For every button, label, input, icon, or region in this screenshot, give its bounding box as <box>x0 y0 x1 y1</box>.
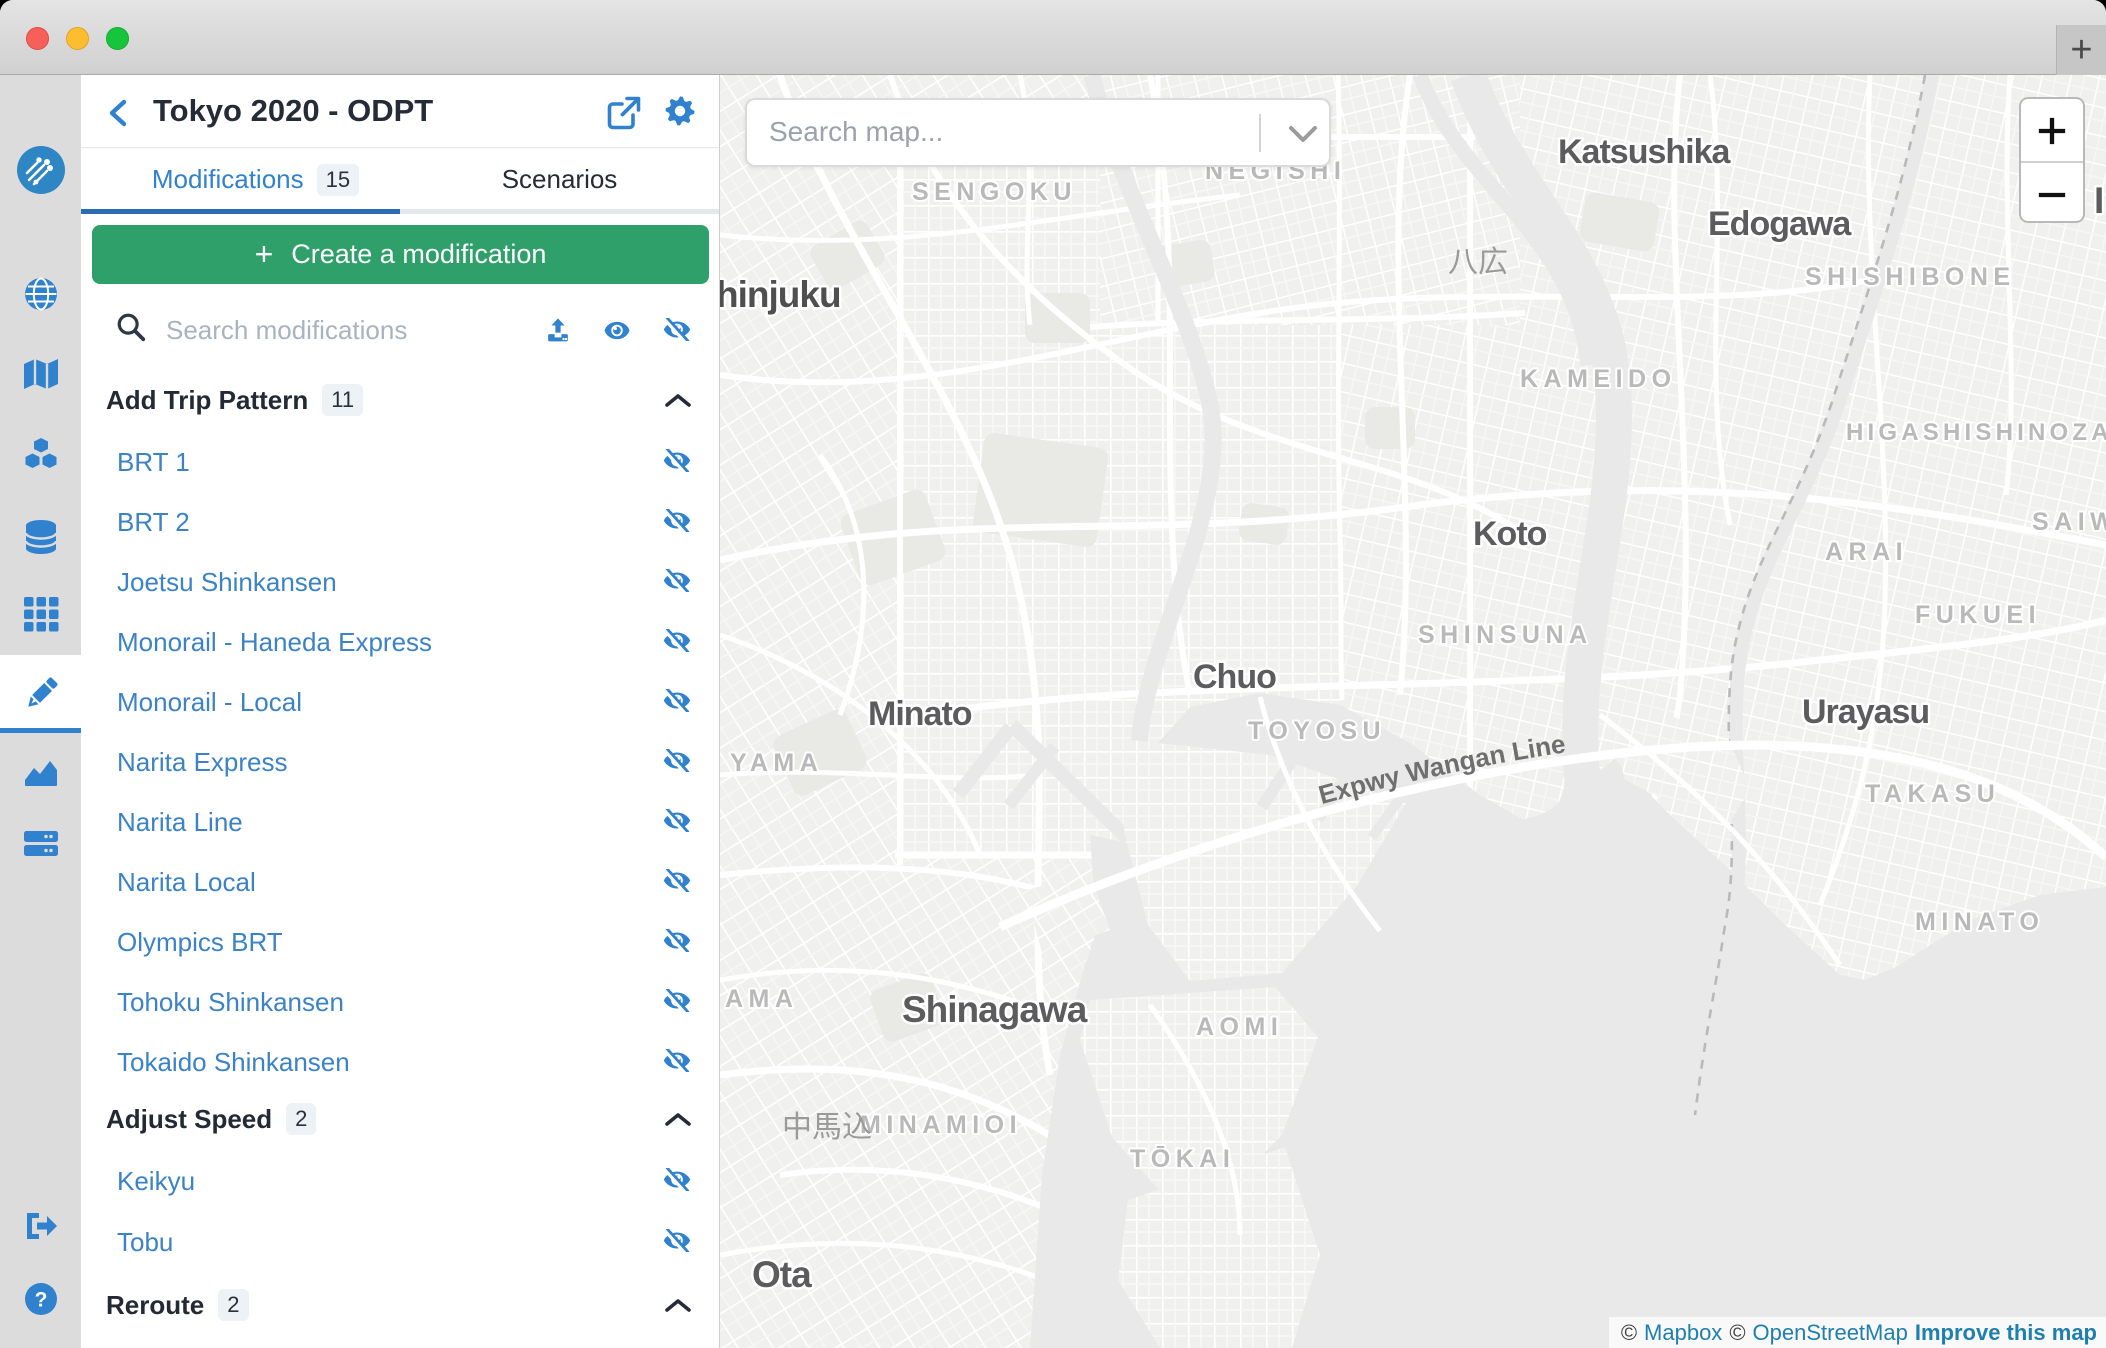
svg-text:中馬込: 中馬込 <box>782 1111 872 1144</box>
svg-text:MINAMIOI: MINAMIOI <box>860 1111 1022 1139</box>
svg-text:SENGOKU: SENGOKU <box>912 178 1077 206</box>
svg-text:Edogawa: Edogawa <box>1708 205 1852 243</box>
svg-text:Koto: Koto <box>1473 515 1547 553</box>
svg-text:SAIWA: SAIWA <box>2032 508 2106 536</box>
svg-text:SHINSUNA: SHINSUNA <box>1418 621 1593 649</box>
svg-text:Shinagawa: Shinagawa <box>902 989 1088 1030</box>
svg-text:KAMEIDO: KAMEIDO <box>1520 365 1677 393</box>
svg-text:TŌKAI: TŌKAI <box>1130 1145 1235 1173</box>
svg-text:FUKUEI: FUKUEI <box>1915 601 2041 629</box>
svg-text:?: ? <box>34 1289 47 1312</box>
svg-text:YAMA: YAMA <box>730 749 823 777</box>
svg-text:SHISHIBONE: SHISHIBONE <box>1805 263 2016 291</box>
svg-text:AMA: AMA <box>725 985 798 1013</box>
svg-text:Minato: Minato <box>868 695 972 733</box>
svg-text:TOYOSU: TOYOSU <box>1248 717 1386 745</box>
svg-text:AOMI: AOMI <box>1196 1013 1283 1041</box>
svg-text:Urayasu: Urayasu <box>1802 693 1929 731</box>
svg-text:HIGASHISHINOZAKI: HIGASHISHINOZAKI <box>1846 419 2106 446</box>
svg-text:Chuo: Chuo <box>1193 658 1276 696</box>
svg-text:I: I <box>2094 180 2103 221</box>
svg-text:八広: 八広 <box>1448 246 1508 279</box>
svg-text:MINATO: MINATO <box>1915 908 2044 936</box>
svg-text:hinjuku: hinjuku <box>720 274 841 315</box>
svg-text:TAKASU: TAKASU <box>1865 780 2000 808</box>
svg-text:Katsushika: Katsushika <box>1558 133 1731 171</box>
svg-text:Ota: Ota <box>752 1254 812 1295</box>
svg-text:ARAI: ARAI <box>1825 538 1908 566</box>
